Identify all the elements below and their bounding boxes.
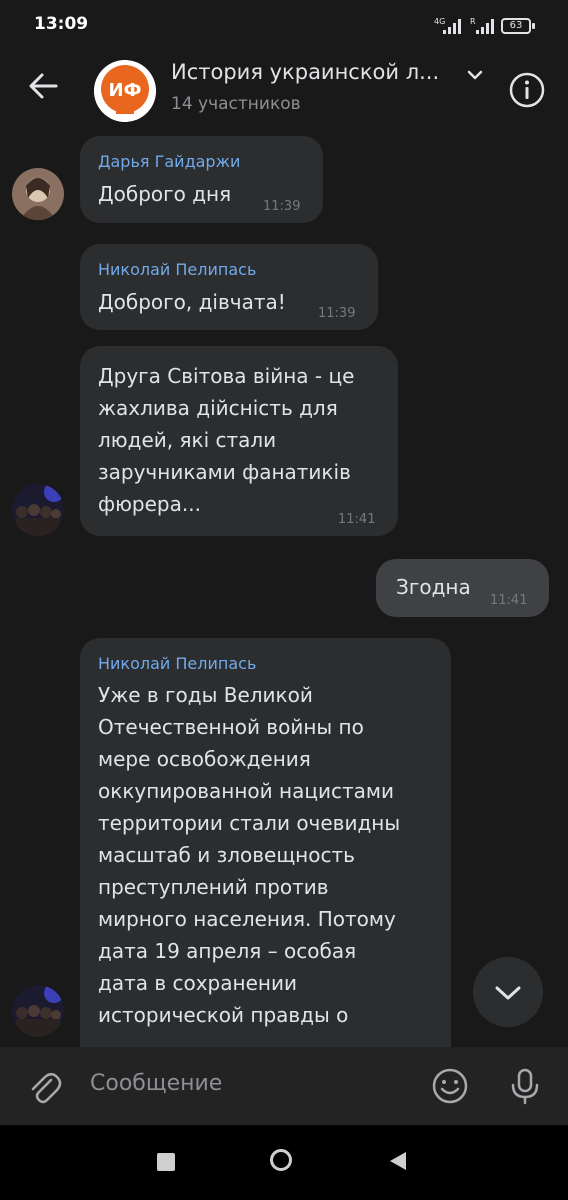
signal-4g-icon: 4G [434, 17, 461, 34]
chevron-down-icon[interactable] [466, 68, 484, 82]
message-line: дата в сохранении [98, 971, 297, 995]
nav-back-icon[interactable] [388, 1150, 408, 1172]
avatar[interactable] [12, 484, 64, 536]
chat-avatar-text: ИФ [109, 80, 142, 101]
message-line: преступлений против [98, 875, 329, 899]
roaming-label: R [470, 17, 476, 26]
chat-avatar[interactable]: ИФ [94, 60, 156, 122]
message-line: Друга Світова війна - це [98, 364, 355, 388]
user-avatar-image [12, 484, 64, 536]
message-line: территории стали очевидны [98, 811, 401, 835]
message-bubble[interactable]: Николай Пелипась Доброго, дівчата! 11:39 [80, 244, 378, 330]
message-text: Згодна [396, 575, 471, 599]
message-line: Отечественной войны по [98, 715, 364, 739]
battery-tip [532, 23, 535, 29]
paperclip-icon [31, 1073, 62, 1104]
message-line: исторической правды о [98, 1003, 349, 1027]
message-line: заручниками фанатиків [98, 460, 351, 484]
message-time: 11:39 [263, 199, 301, 214]
message-text: Друга Світова війна - це жахлива дійсніс… [98, 360, 354, 520]
avatar[interactable] [12, 168, 64, 220]
message-input[interactable]: Сообщение [90, 1071, 222, 1096]
battery-level: 63 [509, 20, 523, 31]
message-text: Доброго дня [98, 182, 232, 206]
message-line: жахлива дійсність для [98, 396, 338, 420]
message-sender[interactable]: Николай Пелипась [98, 260, 256, 279]
smiley-icon [432, 1068, 468, 1104]
arrow-left-icon [29, 73, 58, 99]
message-line: оккупированной нацистами [98, 779, 394, 803]
message-line: фюрера... [98, 492, 201, 516]
message-composer [0, 1047, 568, 1125]
chat-logo: ИФ [94, 60, 156, 122]
message-line: людей, які стали [98, 428, 277, 452]
emoji-button[interactable] [430, 1066, 470, 1106]
message-time: 11:41 [338, 512, 376, 527]
info-button[interactable] [508, 71, 546, 109]
back-button[interactable] [20, 62, 68, 110]
message-time: 11:41 [490, 593, 528, 608]
user-avatar-image [12, 168, 64, 220]
attach-button[interactable] [24, 1066, 64, 1106]
home-icon[interactable] [270, 1149, 292, 1171]
message-text: Уже в годы Великой Отечественной войны п… [98, 679, 400, 1031]
avatar[interactable] [12, 985, 64, 1037]
message-line: мере освобождения [98, 747, 311, 771]
message-line: Уже в годы Великой [98, 683, 313, 707]
message-line: масштаб и зловещность [98, 843, 355, 867]
user-avatar-image [12, 985, 64, 1037]
message-bubble[interactable]: Дарья Гайдаржи Доброго дня 11:39 [80, 136, 323, 223]
recents-icon[interactable] [157, 1153, 175, 1171]
chevron-down-icon [495, 986, 521, 1000]
message-bubble-outgoing[interactable]: Згодна 11:41 [376, 559, 549, 617]
message-text: Доброго, дівчата! [98, 290, 286, 314]
message-line: дата 19 апреля – особая [98, 939, 357, 963]
info-icon [509, 72, 545, 108]
microphone-button[interactable] [505, 1066, 545, 1106]
chat-title[interactable]: История украинской л... [171, 60, 439, 84]
status-time: 13:09 [34, 14, 89, 34]
microphone-icon [511, 1068, 539, 1105]
message-bubble[interactable]: Николай Пелипась Уже в годы Великой Отеч… [80, 638, 451, 1078]
chat-subtitle: 14 участников [171, 94, 301, 114]
message-sender[interactable]: Дарья Гайдаржи [98, 152, 240, 171]
network-type-label: 4G [434, 17, 445, 26]
message-time: 11:39 [318, 306, 356, 321]
battery-icon: 63 [501, 18, 531, 34]
message-sender[interactable]: Николай Пелипась [98, 654, 256, 673]
scroll-down-button[interactable] [473, 957, 543, 1027]
message-line: мирного населения. Потому [98, 907, 396, 931]
message-bubble[interactable]: Друга Світова війна - це жахлива дійсніс… [80, 346, 398, 536]
signal-roaming-icon: R [470, 17, 494, 34]
